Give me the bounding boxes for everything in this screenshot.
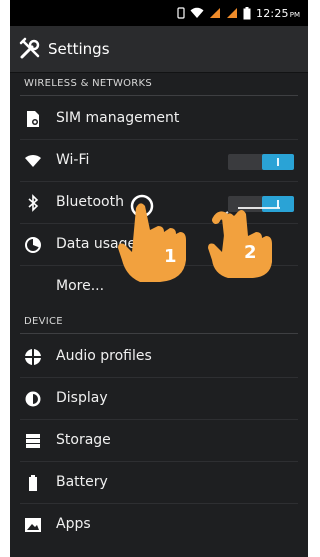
phone-screen: 12:25PM Settings WIRELESS & NETWORKS SIM… <box>10 0 308 557</box>
settings-item-sim[interactable]: SIM management <box>10 98 308 140</box>
settings-item-label: Storage <box>56 432 111 448</box>
settings-item-label: Apps <box>56 516 91 532</box>
section-label: DEVICE <box>24 316 63 327</box>
tap-gesture-hand-1: 1 <box>114 190 192 286</box>
settings-item-display[interactable]: Display <box>10 378 308 420</box>
section-header-device: DEVICE <box>10 312 308 334</box>
settings-item-label: Audio profiles <box>56 348 152 364</box>
section-header-wireless: WIRELESS & NETWORKS <box>10 74 308 96</box>
wifi-toggle[interactable] <box>228 154 294 170</box>
toggle-knob <box>262 154 294 170</box>
cell-signal-1-icon <box>209 7 221 19</box>
settings-tools-icon[interactable] <box>18 37 42 61</box>
wifi-icon <box>24 152 42 170</box>
wifi-signal-icon <box>190 7 204 19</box>
settings-item-battery[interactable]: Battery <box>10 462 308 504</box>
section-divider <box>20 95 298 96</box>
settings-item-wifi[interactable]: Wi-Fi <box>10 140 308 182</box>
settings-item-audio-profiles[interactable]: Audio profiles <box>10 336 308 378</box>
sim-card-icon <box>24 110 42 128</box>
settings-item-apps[interactable]: Apps <box>10 504 308 546</box>
cell-signal-2-icon <box>226 7 238 19</box>
status-bar: 12:25PM <box>10 0 308 26</box>
display-brightness-icon <box>24 390 42 408</box>
status-clock: 12:25PM <box>256 6 300 20</box>
battery-settings-icon <box>24 474 42 492</box>
swipe-gesture-hand-2: 2 <box>198 196 282 280</box>
step-number-2: 2 <box>244 242 257 263</box>
page-title: Settings <box>48 40 110 58</box>
apps-icon <box>24 516 42 534</box>
settings-item-label: Display <box>56 390 108 406</box>
battery-icon <box>243 6 251 20</box>
storage-icon <box>24 432 42 450</box>
settings-item-label: SIM management <box>56 110 180 126</box>
settings-item-label: Battery <box>56 474 108 490</box>
step-number-1: 1 <box>164 246 177 267</box>
section-divider <box>20 333 298 334</box>
vibrate-icon <box>177 7 185 19</box>
section-label: WIRELESS & NETWORKS <box>24 78 153 89</box>
settings-item-label: More... <box>56 278 105 294</box>
action-bar: Settings <box>10 26 308 73</box>
data-usage-icon <box>24 236 42 254</box>
audio-profiles-icon <box>24 348 42 366</box>
bluetooth-icon <box>24 194 42 212</box>
settings-item-label: Wi-Fi <box>56 152 90 168</box>
settings-item-storage[interactable]: Storage <box>10 420 308 462</box>
